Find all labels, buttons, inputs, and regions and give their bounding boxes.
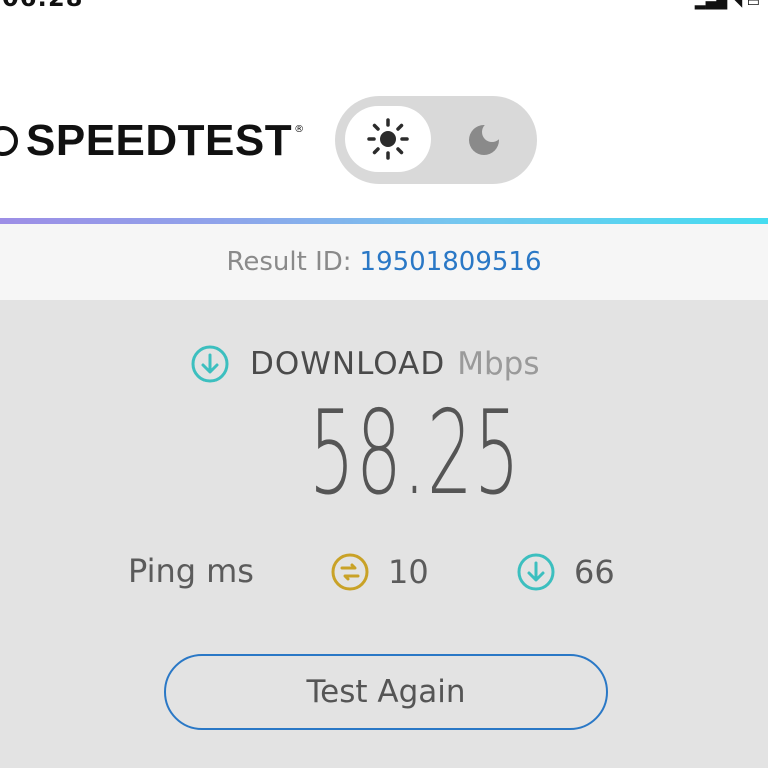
download-speed-value: 58.25 — [308, 386, 522, 521]
logo-text: SPEEDTEST — [26, 116, 293, 165]
idle-ping: 10 — [330, 552, 429, 592]
ping-unit: ms — [206, 552, 254, 590]
theme-toggle[interactable] — [335, 96, 537, 184]
download-ping-value: 66 — [574, 553, 615, 591]
test-again-button[interactable]: Test Again — [164, 654, 608, 730]
download-ping: 66 — [516, 552, 615, 592]
result-id-bar: Result ID: 19501809516 — [0, 224, 768, 300]
sun-icon — [367, 118, 409, 160]
idle-ping-icon — [331, 553, 369, 591]
results-panel: DOWNLOAD Mbps 58.25 Ping ms 10 66 Test A… — [0, 300, 768, 768]
app-header: SPEEDTEST ® — [0, 14, 768, 219]
download-ping-icon — [517, 553, 555, 591]
download-title: DOWNLOAD — [250, 346, 446, 382]
logo-ring-icon — [0, 126, 18, 156]
theme-dark-option[interactable] — [441, 106, 527, 172]
download-unit: Mbps — [457, 346, 540, 382]
download-header: DOWNLOAD Mbps — [190, 344, 539, 384]
status-icons: ▂▄▆ ◥ ▭ — [694, 0, 760, 10]
ping-label-text: Ping — [128, 552, 197, 590]
result-id-label: Result ID: — [226, 247, 352, 277]
theme-light-option[interactable] — [345, 106, 431, 172]
ping-row: Ping ms 10 66 — [0, 552, 768, 596]
ping-label: Ping ms — [128, 552, 254, 590]
speedtest-logo[interactable]: SPEEDTEST ® — [0, 116, 305, 165]
speedtest-screen: 06:28 ▂▄▆ ◥ ▭ SPEEDTEST ® — [0, 0, 768, 768]
status-bar: 06:28 ▂▄▆ ◥ ▭ — [0, 0, 768, 14]
moon-icon — [469, 122, 502, 155]
download-arrow-icon — [191, 345, 229, 383]
status-time: 06:28 — [2, 0, 83, 12]
idle-ping-value: 10 — [388, 553, 429, 591]
result-id-link[interactable]: 19501809516 — [360, 247, 542, 277]
logo-registered-mark: ® — [294, 124, 305, 135]
